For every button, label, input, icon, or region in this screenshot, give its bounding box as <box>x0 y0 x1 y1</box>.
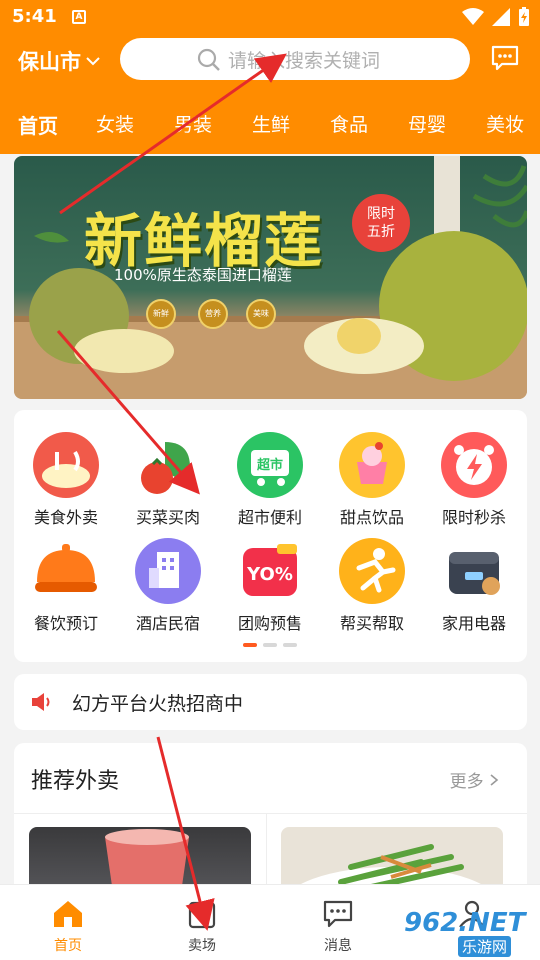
service-supermarket[interactable]: 超市 超市便利 <box>220 432 320 528</box>
more-link[interactable]: 更多 <box>450 767 499 792</box>
service-label: 家用电器 <box>441 614 506 633</box>
service-label: 帮买帮取 <box>339 614 404 633</box>
store-icon <box>188 901 216 929</box>
services-grid: 美食外卖 买菜买肉 超市 超市便利 甜点饮品 限时秒杀 餐饮预订 酒店民宿 YO… <box>14 410 527 662</box>
service-label: 买菜买肉 <box>135 508 200 527</box>
tab-beauty[interactable]: 美妆 <box>486 110 524 137</box>
tab-fresh[interactable]: 生鲜 <box>252 110 290 137</box>
speaker-icon <box>32 693 50 711</box>
page-dot <box>263 643 277 647</box>
supermarket-badge-text: 超市 <box>257 457 283 473</box>
tab-bar-messages[interactable]: 消息 <box>298 897 378 955</box>
service-label: 酒店民宿 <box>135 614 200 633</box>
announcement-text: 幻方平台火热招商中 <box>72 692 244 715</box>
tab-food[interactable]: 食品 <box>330 110 368 137</box>
banner-badge-fresh: 新鲜 <box>146 299 176 329</box>
notification-a-icon: A <box>72 10 86 24</box>
tab-bar-home[interactable]: 首页 <box>28 897 108 955</box>
search-placeholder: 请输入搜索关键词 <box>228 49 381 72</box>
search-icon <box>197 48 220 71</box>
chat-icon[interactable] <box>490 44 520 72</box>
battery-icon <box>519 7 529 26</box>
service-dessert[interactable]: 甜点饮品 <box>322 432 422 528</box>
vegetables-icon <box>135 432 201 498</box>
more-label: 更多 <box>449 772 484 792</box>
category-tabs: 首页 女装 男装 生鲜 食品 母婴 美妆 <box>0 110 540 142</box>
appliance-icon <box>441 538 507 604</box>
service-label: 团购预售 <box>237 614 302 633</box>
status-time: 5:41 <box>12 6 57 27</box>
errand-icon <box>339 538 405 604</box>
banner-badge-nutrition: 营养 <box>198 299 228 329</box>
banner-badge-tasty: 美味 <box>246 299 276 329</box>
service-appliances[interactable]: 家用电器 <box>424 538 524 634</box>
discount-line1: 限时 <box>367 206 395 222</box>
service-group-buy[interactable]: YO% 团购预售 <box>220 538 320 634</box>
service-errand[interactable]: 帮买帮取 <box>322 538 422 634</box>
service-groceries[interactable]: 买菜买肉 <box>118 432 218 528</box>
watermark-site: 乐游网 <box>458 936 512 957</box>
group-buy-icon: YO% <box>237 538 303 604</box>
recommend-title: 推荐外卖 <box>31 769 120 794</box>
service-label: 甜点饮品 <box>339 508 404 527</box>
service-dining-reservation[interactable]: 餐饮预订 <box>16 538 116 634</box>
recommend-section: 推荐外卖 更多 <box>14 743 527 903</box>
chevron-down-icon <box>86 57 100 66</box>
status-bar: 5:41 A <box>0 0 540 34</box>
tab-label: 消息 <box>324 938 352 954</box>
dessert-icon <box>339 432 405 498</box>
watermark-brand: 962.NET <box>404 908 526 938</box>
service-label: 美食外卖 <box>33 508 98 527</box>
service-label: 限时秒杀 <box>441 508 506 527</box>
header: 保山市 请输入搜索关键词 首页 女装 男装 生鲜 食品 母婴 美妆 <box>0 34 540 154</box>
system-icons <box>462 7 530 27</box>
tab-label: 首页 <box>54 938 82 954</box>
announcement-bar[interactable]: 幻方平台火热招商中 <box>14 674 527 730</box>
home-icon <box>54 901 82 927</box>
page-dot-active <box>243 643 257 647</box>
wifi-icon <box>462 8 484 25</box>
food-delivery-icon <box>33 432 99 498</box>
tab-men[interactable]: 男装 <box>174 110 212 137</box>
page-dot <box>283 643 297 647</box>
watermark: 962.NET 乐游网 <box>400 908 540 958</box>
service-label: 餐饮预订 <box>33 614 98 633</box>
banner-subtitle: 100%原生态泰国进口榴莲 <box>114 266 292 284</box>
flash-sale-icon <box>441 432 507 498</box>
tab-home[interactable]: 首页 <box>18 110 58 139</box>
tab-label: 卖场 <box>188 938 216 954</box>
signal-icon <box>492 8 510 26</box>
tab-women[interactable]: 女装 <box>96 110 134 137</box>
search-bar[interactable]: 请输入搜索关键词 <box>120 38 470 80</box>
service-label: 超市便利 <box>237 508 302 527</box>
service-food-delivery[interactable]: 美食外卖 <box>16 432 116 528</box>
dining-reservation-icon <box>33 538 99 604</box>
city-name: 保山市 <box>18 50 81 74</box>
city-selector[interactable]: 保山市 <box>18 46 101 76</box>
service-hotel[interactable]: 酒店民宿 <box>118 538 218 634</box>
group-buy-badge-text: YO% <box>246 564 293 585</box>
tab-bar-store[interactable]: 卖场 <box>162 897 242 955</box>
divider <box>14 813 527 814</box>
supermarket-icon: 超市 <box>237 432 303 498</box>
discount-line2: 五折 <box>367 224 395 240</box>
hotel-icon <box>135 538 201 604</box>
promo-banner[interactable]: 新鲜榴莲 100%原生态泰国进口榴莲 限时 五折 新鲜 营养 美味 <box>14 156 527 399</box>
service-flash-sale[interactable]: 限时秒杀 <box>424 432 524 528</box>
chevron-right-icon <box>490 774 499 786</box>
message-icon <box>323 900 353 928</box>
discount-badge: 限时 五折 <box>352 194 410 252</box>
tab-baby[interactable]: 母婴 <box>408 110 446 137</box>
pagination-dots <box>243 643 297 647</box>
